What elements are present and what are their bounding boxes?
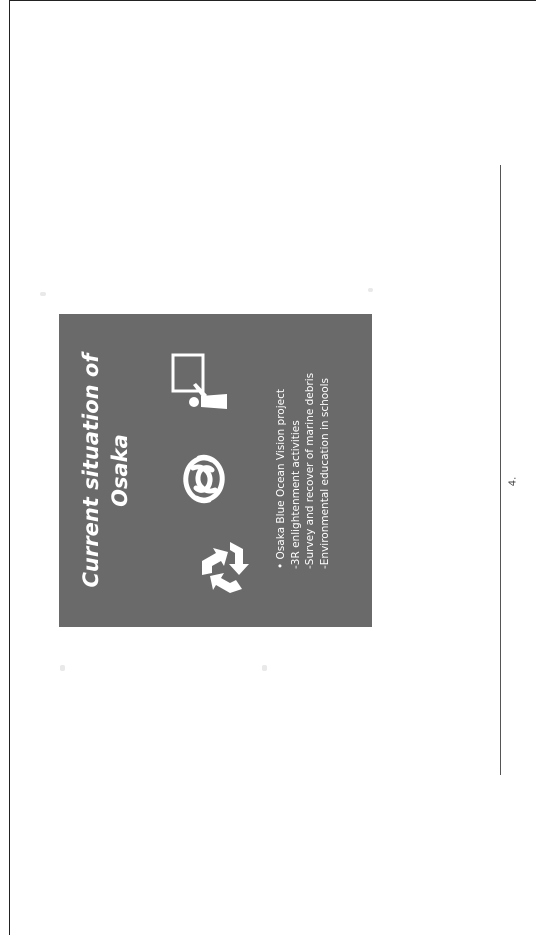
swirl-icon <box>179 450 229 508</box>
slide-title: Current situation of Osaka <box>77 314 135 627</box>
slide-bullet-list: • Osaka Blue Ocean Vision project -3R en… <box>274 319 332 569</box>
bullet-item: -3R enlightenment activities <box>289 420 302 569</box>
slide-content: Current situation of Osaka • Osaka Blue … <box>59 314 372 627</box>
notes-divider-line <box>500 165 501 775</box>
bullet-item: • Osaka Blue Ocean Vision project <box>275 389 287 569</box>
teacher-icon <box>169 351 229 415</box>
scan-mark <box>40 292 46 296</box>
scan-mark <box>368 288 373 292</box>
slide-title-line: Current situation of <box>79 353 103 588</box>
page-number: 4. <box>507 476 519 487</box>
slide-thumbnail: Current situation of Osaka • Osaka Blue … <box>59 314 372 627</box>
bullet-item: -Environmental education in schools <box>318 377 331 569</box>
scan-mark <box>262 665 267 671</box>
scan-mark <box>60 665 65 671</box>
recycle-icon <box>196 535 258 597</box>
bullet-item: -Survey and recover of marine debris <box>304 372 316 569</box>
slide-title-line: Osaka <box>108 434 132 507</box>
